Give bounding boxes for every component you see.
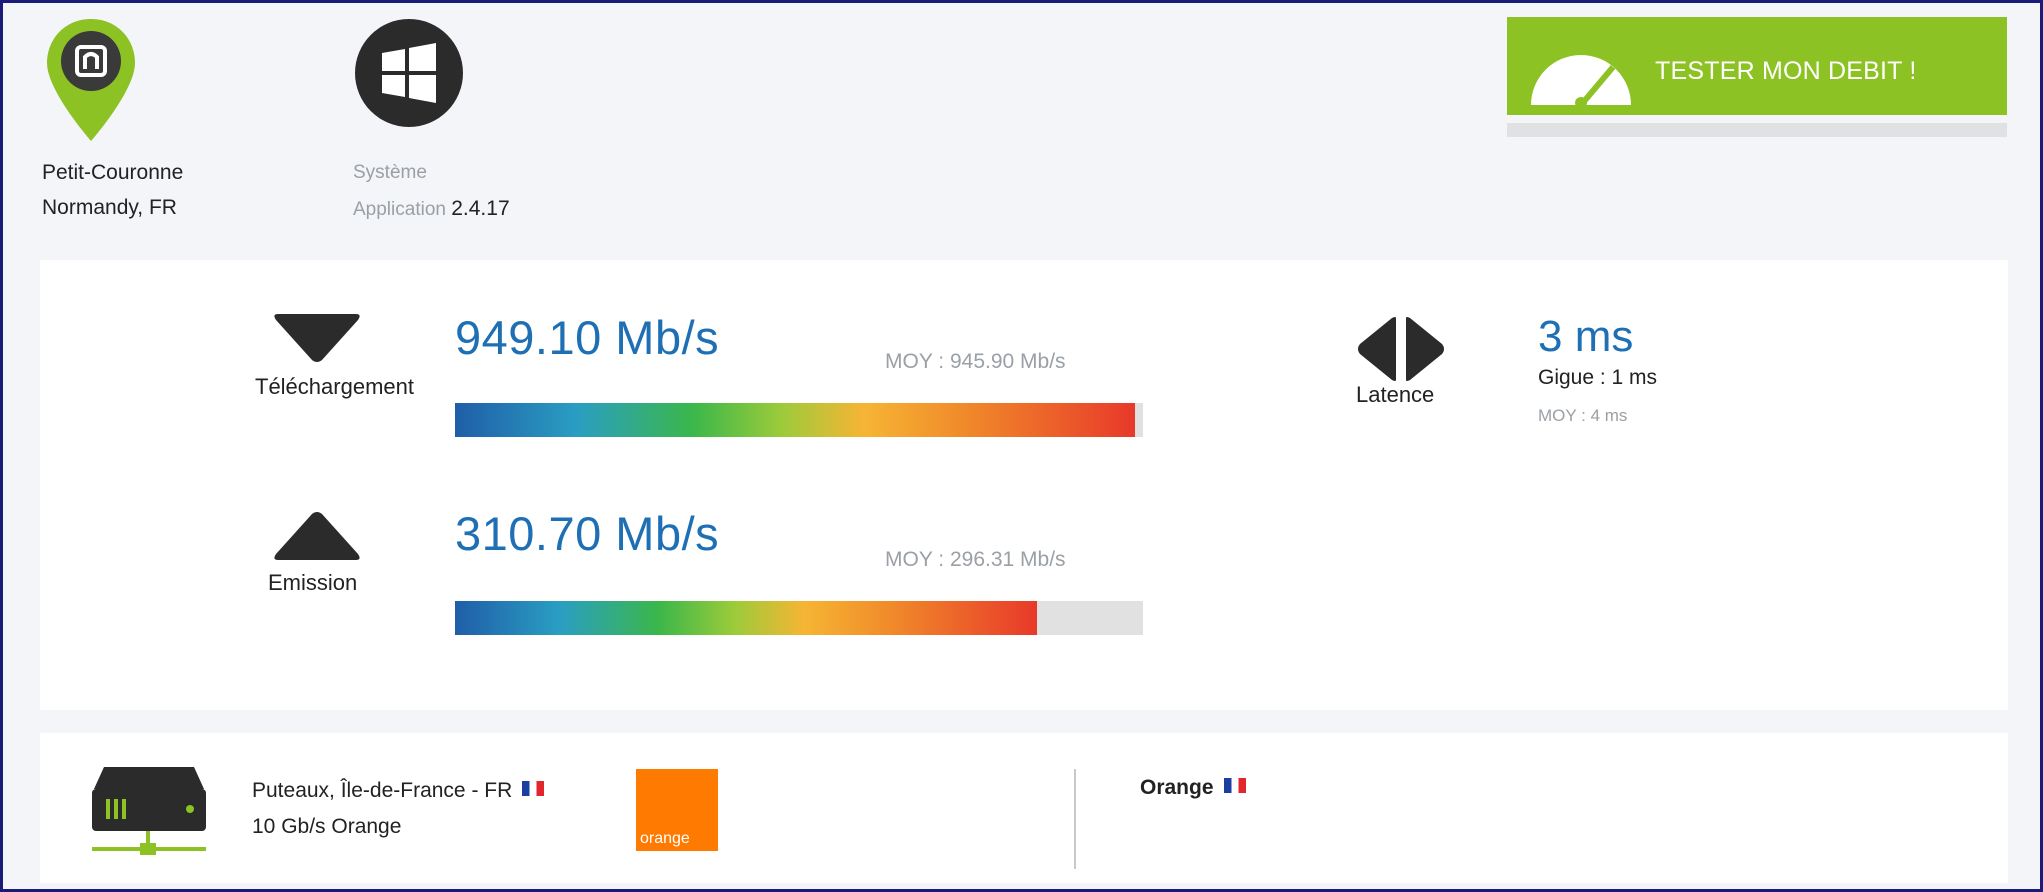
latency-label: Latence bbox=[1356, 382, 1435, 407]
upload-bar-fill bbox=[455, 601, 1038, 635]
upload-bar bbox=[455, 601, 1143, 635]
test-speed-label: TESTER MON DEBIT ! bbox=[1655, 57, 1917, 85]
application-line: Application 2.4.17 bbox=[353, 191, 510, 228]
server-panel: Puteaux, Île-de-France - FR 10 Gb/s Oran… bbox=[40, 733, 2008, 883]
latency-value: 3 ms bbox=[1538, 312, 1634, 361]
download-average: MOY : 945.90 Mb/s bbox=[885, 350, 1066, 373]
speedometer-icon bbox=[1531, 55, 1631, 107]
download-speed: 949.10 Mb/s bbox=[455, 311, 720, 364]
server-location: Puteaux, Île-de-France - FR bbox=[252, 779, 513, 802]
isp-line: Orange bbox=[1140, 776, 1246, 800]
location-region: Normandy, FR bbox=[42, 196, 177, 219]
upload-average: MOY : 296.31 Mb/s bbox=[885, 548, 1066, 571]
location-text: Petit-Couronne Normandy, FR bbox=[42, 155, 183, 225]
latency-icon bbox=[1358, 317, 1444, 381]
download-arrow-icon bbox=[274, 314, 360, 362]
latency-average: MOY : 4 ms bbox=[1538, 406, 1628, 425]
location-pin-icon bbox=[47, 19, 135, 141]
upload-label: Emission bbox=[268, 570, 358, 595]
divider bbox=[1074, 769, 1076, 869]
download-label: Téléchargement bbox=[255, 374, 414, 399]
system-label: Système bbox=[353, 162, 427, 183]
server-icon bbox=[92, 767, 206, 855]
france-flag-icon bbox=[1223, 778, 1246, 793]
isp-name: Orange bbox=[1140, 776, 1214, 799]
orange-logo-text: orange bbox=[640, 830, 690, 847]
system-info: Système Application 2.4.17 bbox=[353, 155, 510, 228]
application-label: Application bbox=[353, 199, 446, 220]
orange-logo: orange bbox=[636, 769, 718, 851]
download-bar-fill bbox=[455, 403, 1135, 437]
upload-speed: 310.70 Mb/s bbox=[455, 507, 720, 560]
location-city: Petit-Couronne bbox=[42, 161, 184, 184]
results-panel: Téléchargement 949.10 Mb/s MOY : 945.90 … bbox=[40, 260, 2008, 710]
jitter-value: Gigue : 1 ms bbox=[1538, 366, 1658, 389]
windows-icon bbox=[355, 19, 463, 127]
upload-arrow-icon bbox=[274, 512, 360, 560]
server-location-line: Puteaux, Île-de-France - FR bbox=[252, 773, 545, 809]
server-details: Puteaux, Île-de-France - FR 10 Gb/s Oran… bbox=[252, 773, 545, 845]
test-button-shadow bbox=[1507, 123, 2007, 137]
download-bar bbox=[455, 403, 1143, 437]
speedtest-window: Petit-Couronne Normandy, FR Système Appl… bbox=[0, 0, 2043, 892]
france-flag-icon bbox=[522, 781, 545, 796]
server-capacity: 10 Gb/s Orange bbox=[252, 815, 402, 838]
application-version: 2.4.17 bbox=[451, 197, 510, 220]
test-speed-button[interactable]: TESTER MON DEBIT ! bbox=[1507, 17, 2007, 115]
